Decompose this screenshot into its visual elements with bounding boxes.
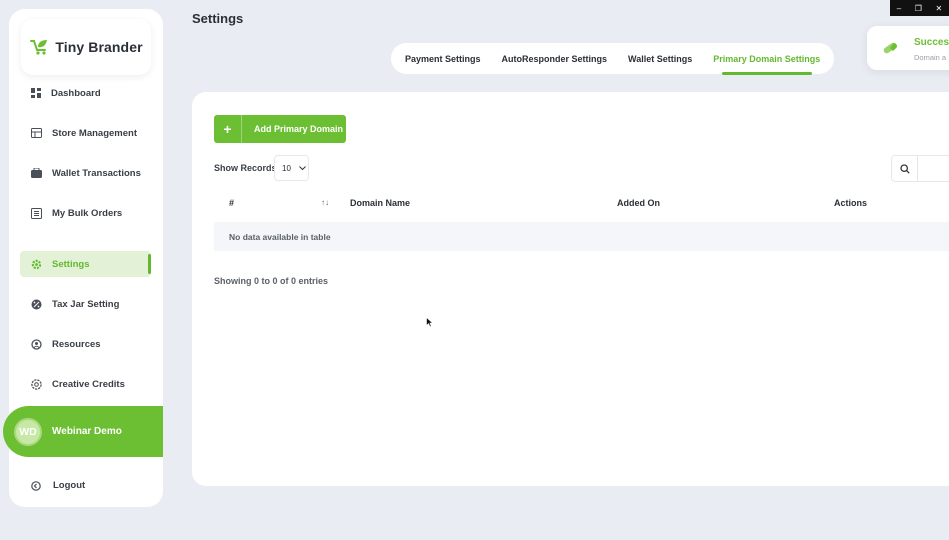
user-profile[interactable]: WD Webinar Demo bbox=[3, 406, 163, 457]
sidebar-item-label: Resources bbox=[52, 338, 101, 350]
toast-message: Domain a bbox=[914, 53, 947, 62]
sidebar-item-my-bulk-orders[interactable]: My Bulk Orders bbox=[20, 200, 151, 226]
sidebar-item-store-management[interactable]: Store Management bbox=[20, 120, 151, 146]
logout-label: Logout bbox=[53, 480, 86, 491]
brand-name: Tiny Brander bbox=[55, 39, 143, 55]
window-controls: – ❐ ✕ bbox=[890, 0, 949, 16]
settings-tabs: Payment Settings AutoResponder Settings … bbox=[391, 43, 834, 75]
column-header-added-on[interactable]: Added On bbox=[617, 198, 660, 208]
store-icon bbox=[31, 128, 42, 138]
maximize-button[interactable]: ❐ bbox=[915, 4, 922, 13]
leaf-cart-icon bbox=[30, 40, 48, 55]
column-header-index[interactable]: # bbox=[229, 198, 234, 208]
tab-payment-settings[interactable]: Payment Settings bbox=[405, 54, 481, 64]
sidebar-item-label: Wallet Transactions bbox=[52, 167, 141, 179]
search-button[interactable] bbox=[891, 155, 918, 182]
wallet-icon bbox=[31, 168, 42, 178]
sidebar-item-dashboard[interactable]: Dashboard bbox=[20, 80, 151, 106]
close-button[interactable]: ✕ bbox=[935, 4, 942, 13]
mouse-cursor-icon bbox=[426, 317, 434, 328]
user-name: Webinar Demo bbox=[52, 426, 122, 437]
dashboard-icon bbox=[31, 88, 41, 98]
chevron-down-icon bbox=[299, 165, 306, 170]
sidebar-item-settings[interactable]: Settings bbox=[20, 251, 151, 277]
table-empty-row: No data available in table bbox=[214, 222, 949, 251]
tab-primary-domain-settings[interactable]: Primary Domain Settings bbox=[713, 54, 820, 75]
add-button-label: Add Primary Domain bbox=[254, 124, 344, 134]
records-value: 10 bbox=[282, 163, 291, 173]
page-title: Settings bbox=[192, 11, 244, 26]
success-toast[interactable]: Succes Domain a bbox=[867, 26, 949, 70]
column-header-domain-name[interactable]: Domain Name bbox=[350, 198, 410, 208]
plus-icon: + bbox=[214, 115, 242, 143]
records-per-page-select[interactable]: 10 bbox=[274, 155, 309, 181]
sidebar-item-resources[interactable]: Resources bbox=[20, 331, 151, 357]
sidebar-item-creative-credits[interactable]: Creative Credits bbox=[20, 371, 151, 397]
sidebar-item-label: Creative Credits bbox=[52, 378, 125, 390]
entries-info: Showing 0 to 0 of 0 entries bbox=[214, 276, 329, 286]
domain-settings-card: + Add Primary Domain Show Records 10 # ↑… bbox=[192, 92, 949, 486]
empty-message: No data available in table bbox=[229, 231, 331, 242]
resources-icon bbox=[31, 338, 42, 350]
percent-icon bbox=[31, 299, 42, 309]
pill-icon bbox=[883, 42, 897, 54]
sidebar-item-label: Tax Jar Setting bbox=[52, 298, 120, 310]
logout-button[interactable]: Logout bbox=[31, 480, 85, 491]
column-header-actions: Actions bbox=[834, 198, 868, 208]
minimize-button[interactable]: – bbox=[897, 4, 901, 13]
gear-icon bbox=[31, 259, 42, 269]
toast-title: Succes bbox=[914, 37, 949, 48]
sidebar-item-label: Settings bbox=[52, 258, 90, 270]
brand-logo[interactable]: Tiny Brander bbox=[21, 19, 151, 75]
sidebar-item-wallet-transactions[interactable]: Wallet Transactions bbox=[20, 160, 151, 186]
show-records-label: Show Records bbox=[214, 163, 277, 173]
orders-icon bbox=[31, 207, 42, 219]
tab-autoresponder-settings[interactable]: AutoResponder Settings bbox=[502, 54, 608, 64]
logout-icon bbox=[31, 480, 41, 491]
tab-wallet-settings[interactable]: Wallet Settings bbox=[628, 54, 692, 64]
sidebar-item-label: My Bulk Orders bbox=[52, 207, 123, 219]
credits-icon bbox=[31, 378, 42, 390]
sidebar-item-tax-jar-setting[interactable]: Tax Jar Setting bbox=[20, 291, 151, 317]
search-input[interactable] bbox=[918, 155, 949, 182]
add-primary-domain-button[interactable]: + Add Primary Domain bbox=[214, 115, 346, 143]
avatar: WD bbox=[14, 417, 42, 446]
sort-icon[interactable]: ↑↓ bbox=[321, 198, 329, 207]
sidebar-item-label: Dashboard bbox=[51, 87, 101, 99]
sidebar-item-label: Store Management bbox=[52, 127, 137, 139]
search-icon bbox=[899, 163, 910, 174]
